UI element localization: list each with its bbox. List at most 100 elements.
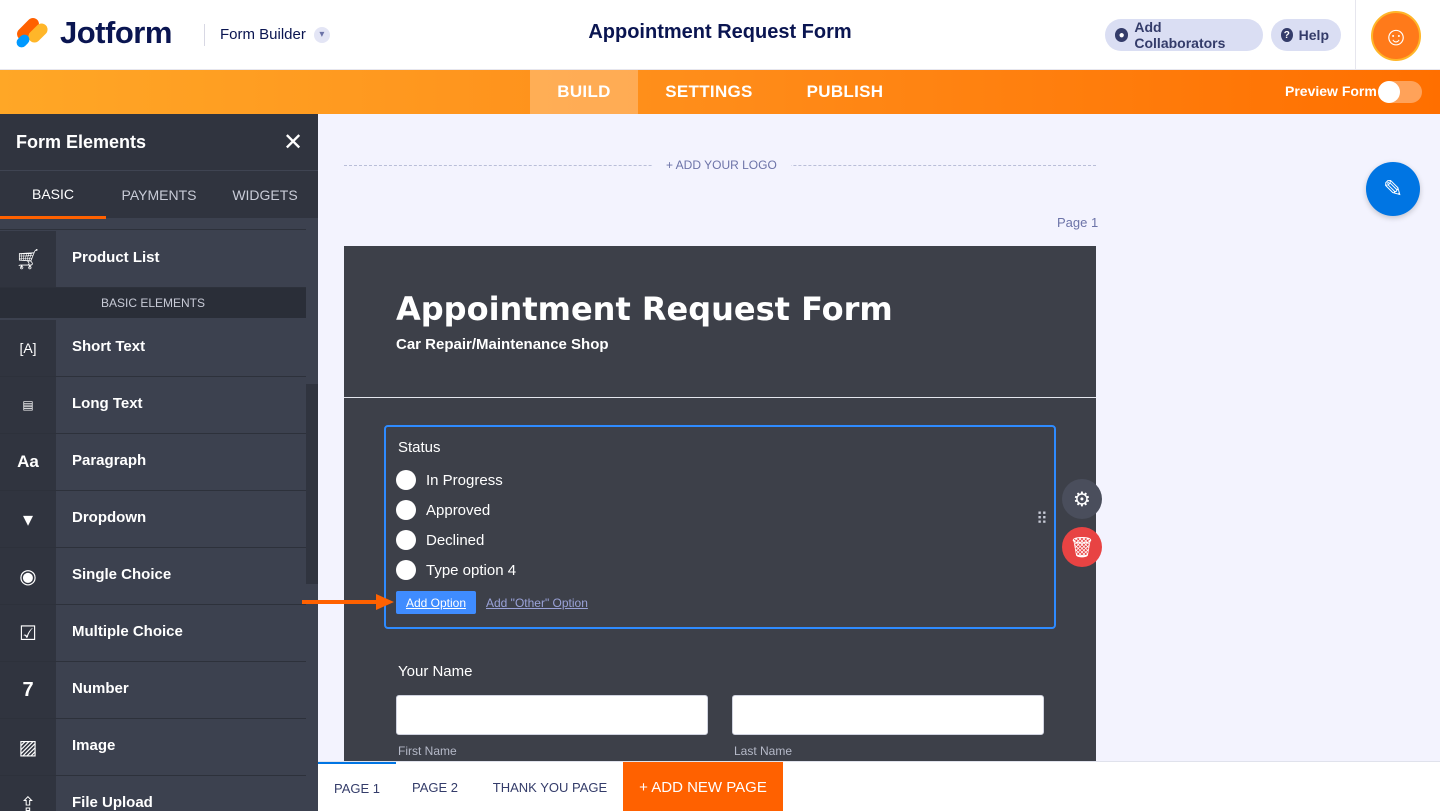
sidebar-item-multiple-choice[interactable]: ☑ Multiple Choice [0,605,306,662]
page-tab-1[interactable]: PAGE 1 [318,762,396,811]
page-tab-thank-you[interactable]: THANK YOU PAGE [480,762,620,811]
page-tab-2[interactable]: PAGE 2 [400,762,470,811]
sidebar-item-short-text[interactable]: [A] Short Text [0,320,306,377]
tab-build[interactable]: BUILD [530,70,638,114]
sidebar-item-image[interactable]: ▨ Image [0,719,306,776]
short-text-icon: [A] [0,320,56,376]
trash-icon: 🗑︎ [1069,536,1095,559]
sidebar-item-label: Image [72,737,116,754]
radio-button[interactable] [396,530,416,550]
first-name-sublabel[interactable]: First Name [398,744,457,758]
top-header: Jotform Form Builder ▾ Appointment Reque… [0,0,1440,70]
question-label[interactable]: Status [398,439,441,456]
help-button[interactable]: ? Help [1271,19,1341,51]
annotation-arrow-icon [302,594,394,610]
image-icon: ▨ [0,719,56,775]
paragraph-icon: Aa [0,434,56,490]
list-top-spacer [0,218,306,230]
sidebar-item-paragraph[interactable]: Aa Paragraph [0,434,306,491]
add-logo-link[interactable]: + ADD YOUR LOGO [652,158,791,172]
preview-form-toggle[interactable] [1378,81,1422,103]
status-question[interactable]: Status In Progress Approved Declined Typ… [384,425,1056,629]
sidebar-item-label: Long Text [72,395,143,412]
form-builder-menu[interactable]: Form Builder ▾ [220,26,330,43]
panel-title: Form Elements [16,132,147,152]
jotform-logo-icon [14,15,51,50]
add-collaborators-button[interactable]: ● Add Collaborators [1105,19,1263,51]
last-name-sublabel[interactable]: Last Name [734,744,792,758]
builder-nav: BUILD SETTINGS PUBLISH Preview Form [0,70,1440,114]
panel-tabs: BASIC PAYMENTS WIDGETS [0,170,318,219]
form-subtitle[interactable]: Car Repair/Maintenance Shop [396,336,609,353]
logo-text: Jotform [60,15,172,50]
tab-publish[interactable]: PUBLISH [790,70,900,114]
radio-option[interactable]: Type option 4 [396,560,516,580]
gear-icon: ⚙ [1073,488,1091,511]
tab-payments[interactable]: PAYMENTS [106,171,212,219]
sidebar-item-label: File Upload [72,794,153,811]
radio-button[interactable] [396,560,416,580]
add-other-option-link[interactable]: Add "Other" Option [486,596,588,610]
page-indicator: Page 1 [1057,215,1099,230]
tab-widgets[interactable]: WIDGETS [212,171,318,219]
radio-option[interactable]: Approved [396,500,490,520]
add-collaborators-label: Add Collaborators [1134,19,1226,51]
tab-settings[interactable]: SETTINGS [650,70,768,114]
sidebar-item-label: Product List [72,249,160,266]
radio-button[interactable] [396,500,416,520]
last-name-input[interactable] [732,695,1044,735]
checkbox-icon: ☑ [0,605,56,661]
form-builder-label: Form Builder [220,26,306,43]
sidebar-item-label: Number [72,680,129,697]
sidebar-item-single-choice[interactable]: ◉ Single Choice [0,548,306,605]
add-option-button[interactable]: Add Option [396,591,476,614]
paint-brush-icon: ✎ [1382,175,1404,203]
radio-button[interactable] [396,470,416,490]
upload-icon: ⇪ [0,776,56,811]
radio-option[interactable]: Declined [396,530,484,550]
form-designer-button[interactable]: ✎ [1366,162,1420,216]
header-divider-right [1355,0,1356,70]
page-tabs-bar: PAGE 1 PAGE 2 THANK YOU PAGE + ADD NEW P… [318,761,1440,811]
close-icon[interactable]: ✕ [282,128,304,157]
number-icon: 7 [0,662,56,718]
sidebar-item-label: Multiple Choice [72,623,183,640]
name-field-label[interactable]: Your Name [398,663,473,680]
sidebar-item-label: Single Choice [72,566,172,583]
sidebar-item-product-list[interactable]: 🛒︎ Product List [0,231,306,288]
option-label[interactable]: Approved [426,502,490,519]
sidebar-item-label: Dropdown [72,509,147,526]
tab-basic[interactable]: BASIC [0,171,106,219]
cart-icon: 🛒︎ [0,231,56,287]
toggle-knob [1378,81,1400,103]
question-icon: ? [1281,28,1293,42]
delete-button[interactable]: 🗑︎ [1062,527,1102,567]
chevron-down-icon: ▾ [313,26,330,43]
dropdown-icon: ▾ [0,491,56,547]
option-label[interactable]: Type option 4 [426,562,516,579]
panel-scrollbar-thumb[interactable] [306,384,318,584]
form-header-divider [344,397,1096,398]
jotform-logo[interactable]: Jotform [14,15,172,51]
first-name-input[interactable] [396,695,708,735]
sidebar-item-label: Paragraph [72,452,147,469]
help-label: Help [1298,27,1329,43]
panel-header: Form Elements ✕ [0,114,318,170]
option-label[interactable]: Declined [426,532,484,549]
properties-button[interactable]: ⚙ [1062,479,1102,519]
preview-form-label: Preview Form [1285,83,1377,99]
sidebar-item-number[interactable]: 7 Number [0,662,306,719]
option-label[interactable]: In Progress [426,472,503,489]
form-card: Appointment Request Form Car Repair/Main… [344,246,1096,766]
drag-handle-icon[interactable]: ⠿ [1036,512,1049,528]
form-title[interactable]: Appointment Request Form [396,290,893,328]
radio-option[interactable]: In Progress [396,470,503,490]
user-avatar[interactable]: ☺ [1371,11,1421,61]
add-new-page-button[interactable]: + ADD NEW PAGE [623,762,783,811]
sidebar-item-long-text[interactable]: ▤ Long Text [0,377,306,434]
sidebar-item-file-upload[interactable]: ⇪ File Upload [0,776,306,811]
long-text-icon: ▤ [0,377,56,433]
header-divider [204,24,205,46]
sidebar-item-dropdown[interactable]: ▾ Dropdown [0,491,306,548]
radio-icon: ◉ [0,548,56,604]
